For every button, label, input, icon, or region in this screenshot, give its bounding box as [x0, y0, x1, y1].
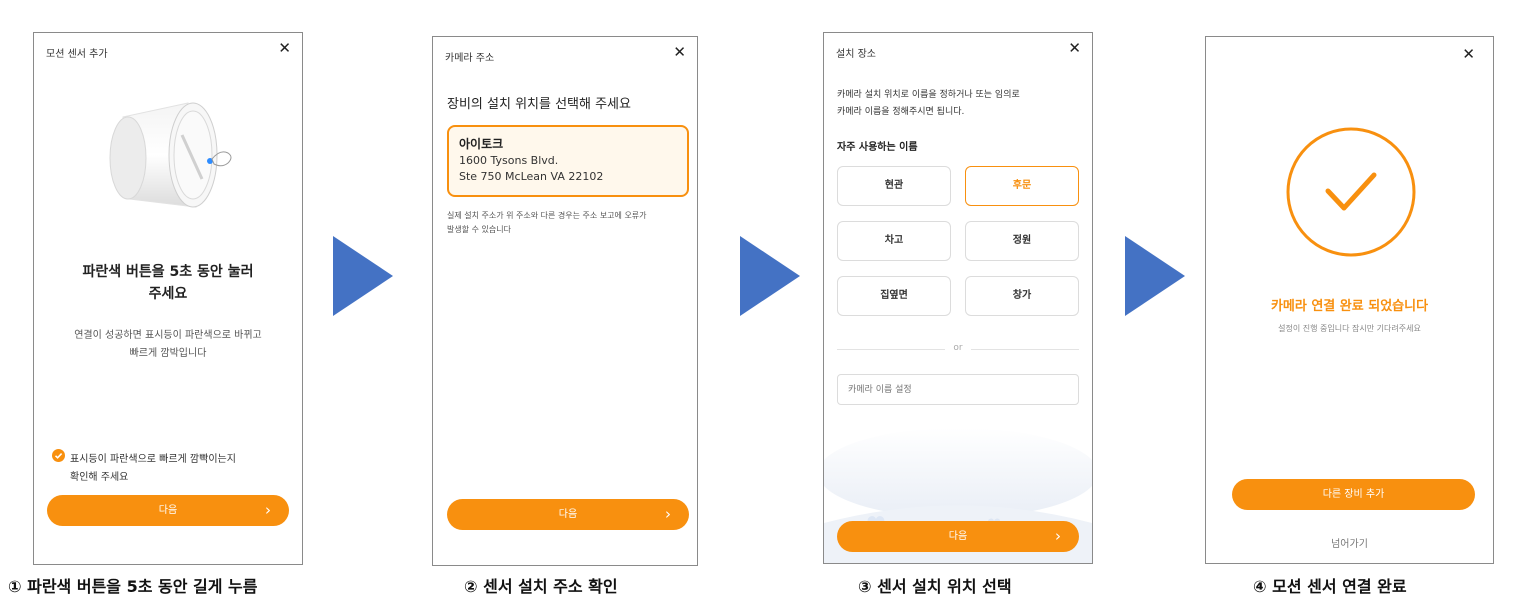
screen-title: 카메라 주소 [445, 53, 495, 64]
or-label: or [953, 343, 963, 353]
name-chip-selected[interactable]: 후문 [965, 166, 1079, 206]
instruction-description: 연결이 성공하면 표시등이 파란색으로 바뀌고 빠르게 깜박입니다 [34, 327, 302, 363]
success-title: 카메라 연결 완료 되었습니다 [1270, 299, 1429, 314]
skip-link[interactable]: 넘어가기 [1206, 535, 1493, 550]
address-name: 아이토크 [459, 137, 504, 151]
name-chip[interactable]: 현관 [837, 166, 951, 206]
flow-arrow-icon [333, 236, 393, 316]
motion-sensor-image [109, 102, 232, 208]
next-button[interactable]: 다음 › [837, 521, 1079, 552]
add-device-button[interactable]: 다른 장비 추가 [1232, 479, 1475, 510]
next-button-label: 다음 [558, 509, 578, 520]
description-line: 카메라 이름을 정해주시면 됩니다. [837, 107, 965, 117]
note-line: 실제 설치 주소가 위 주소와 다른 경우는 주소 보고에 오류가 [447, 211, 647, 220]
description-line: 연결이 성공하면 표시등이 파란색으로 바뀌고 [74, 330, 262, 341]
step3-caption: ③ 센서 설치 위치 선택 [858, 577, 1012, 596]
address-line: 1600 Tysons Blvd. [459, 154, 559, 167]
name-chip[interactable]: 창가 [965, 276, 1079, 316]
close-icon[interactable]: ✕ [1462, 45, 1475, 63]
address-line: Ste 750 McLean VA 22102 [459, 170, 604, 183]
chevron-right-icon: › [665, 505, 671, 523]
step3-screen: 설치 장소 ✕ 카메라 설치 위치로 이름을 정하거나 또는 임의로 카메라 이… [823, 32, 1093, 564]
address-note: 실제 설치 주소가 위 주소와 다른 경우는 주소 보고에 오류가 발생할 수 … [447, 209, 647, 237]
step4-caption: ④ 모션 센서 연결 완료 [1253, 577, 1407, 596]
flow-arrow-icon [1125, 236, 1185, 316]
name-chip[interactable]: 차고 [837, 221, 951, 261]
screen-title: 모션 센서 추가 [46, 49, 108, 60]
close-icon[interactable]: ✕ [1068, 39, 1081, 57]
divider [837, 349, 945, 350]
divider [971, 349, 1079, 350]
step1-screen: 모션 센서 추가 ✕ 파란색 버튼을 5초 동안 눌러 주세요 연결이 성공하면… [33, 32, 303, 565]
headline-line: 주세요 [148, 286, 188, 302]
chevron-right-icon: › [265, 501, 271, 519]
confirm-line: 확인해 주세요 [70, 472, 129, 483]
close-icon[interactable]: ✕ [278, 39, 291, 57]
instruction-headline: 파란색 버튼을 5초 동안 눌러 주세요 [34, 261, 302, 305]
success-subtitle: 설정이 진행 중입니다 잠시만 기다려주세요 [1278, 324, 1421, 333]
confirm-label: 표시등이 파란색으로 빠르게 깜빡이는지 확인해 주세요 [70, 451, 236, 487]
name-chip[interactable]: 정원 [965, 221, 1079, 261]
next-button-label: 다음 [948, 531, 968, 542]
screen-title: 설치 장소 [836, 49, 876, 60]
step4-screen: ✕ 카메라 연결 완료 되었습니다 설정이 진행 중입니다 잠시만 기다려주세요… [1205, 36, 1494, 564]
next-button[interactable]: 다음 › [47, 495, 289, 526]
frequent-names-label: 자주 사용하는 이름 [837, 142, 918, 153]
flow-arrow-icon [740, 236, 800, 316]
step1-caption: ① 파란색 버튼을 5초 동안 길게 누름 [8, 577, 258, 596]
headline-line: 파란색 버튼을 5초 동안 눌러 [82, 264, 254, 280]
address-prompt: 장비의 설치 위치를 선택해 주세요 [447, 97, 631, 112]
confirm-checkbox[interactable] [52, 449, 65, 462]
chevron-right-icon: › [1055, 527, 1061, 545]
step2-screen: 카메라 주소 ✕ 장비의 설치 위치를 선택해 주세요 아이토크 1600 Ty… [432, 36, 698, 566]
step2-caption: ② 센서 설치 주소 확인 [464, 577, 618, 596]
note-line: 발생할 수 있습니다 [447, 225, 511, 234]
next-button-label: 다음 [158, 505, 178, 516]
confirm-line: 표시등이 파란색으로 빠르게 깜빡이는지 [70, 454, 236, 465]
next-button[interactable]: 다음 › [447, 499, 689, 530]
description-line: 빠르게 깜박입니다 [129, 348, 207, 359]
location-description: 카메라 설치 위치로 이름을 정하거나 또는 임의로 카메라 이름을 정해주시면… [837, 87, 1020, 121]
description-line: 카메라 설치 위치로 이름을 정하거나 또는 임의로 [837, 90, 1020, 100]
address-card[interactable]: 아이토크 1600 Tysons Blvd. Ste 750 McLean VA… [447, 125, 689, 197]
name-chip[interactable]: 집옆면 [837, 276, 951, 316]
close-icon[interactable]: ✕ [673, 43, 686, 61]
camera-name-input[interactable] [837, 374, 1079, 405]
success-check-icon [1286, 127, 1416, 257]
check-icon [54, 453, 63, 459]
